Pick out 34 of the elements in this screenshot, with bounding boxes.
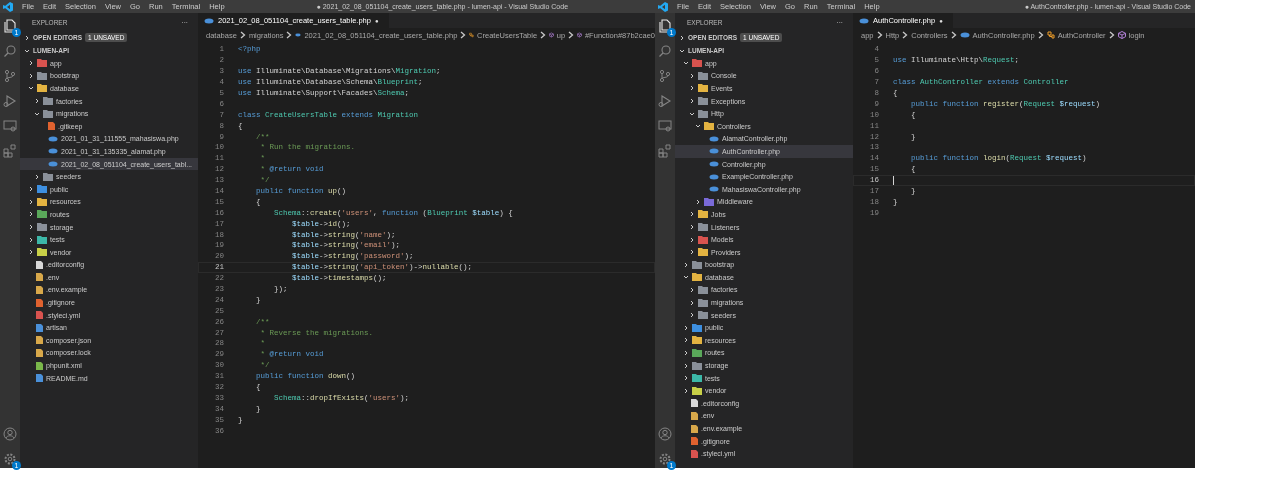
extensions-icon[interactable]	[3, 144, 17, 158]
monitor-icon[interactable]	[3, 119, 17, 133]
php-file-icon	[204, 17, 214, 24]
chevron-icon	[286, 31, 293, 39]
cube-icon	[549, 31, 554, 39]
app-logo-icon	[658, 1, 668, 12]
class-icon	[1046, 31, 1055, 39]
extensions-icon[interactable]	[658, 144, 672, 158]
search-icon[interactable]	[658, 44, 672, 58]
chevron-icon	[950, 31, 957, 39]
app-logo-icon	[3, 1, 13, 12]
chevron-icon	[1037, 31, 1044, 39]
cube-icon	[577, 31, 582, 39]
chevron-icon	[540, 31, 547, 39]
php-file-icon	[959, 32, 970, 38]
run-debug-icon[interactable]	[658, 94, 672, 108]
chevron-icon	[568, 31, 575, 39]
search-icon[interactable]	[3, 44, 17, 58]
chevron-icon	[460, 31, 467, 39]
branch-icon[interactable]	[658, 69, 672, 83]
chevron-icon	[239, 31, 246, 39]
php-file-icon	[859, 17, 869, 24]
account-icon[interactable]	[3, 427, 17, 441]
chevron-icon	[876, 31, 883, 39]
branch-icon[interactable]	[3, 69, 17, 83]
text-cursor	[893, 175, 894, 185]
chevron-icon	[1108, 31, 1115, 39]
run-debug-icon[interactable]	[3, 94, 17, 108]
account-icon[interactable]	[658, 427, 672, 441]
monitor-icon[interactable]	[658, 119, 672, 133]
class-icon	[469, 31, 475, 39]
chevron-icon	[902, 31, 909, 39]
php-file-icon	[295, 32, 302, 38]
cube-icon	[1117, 31, 1126, 39]
